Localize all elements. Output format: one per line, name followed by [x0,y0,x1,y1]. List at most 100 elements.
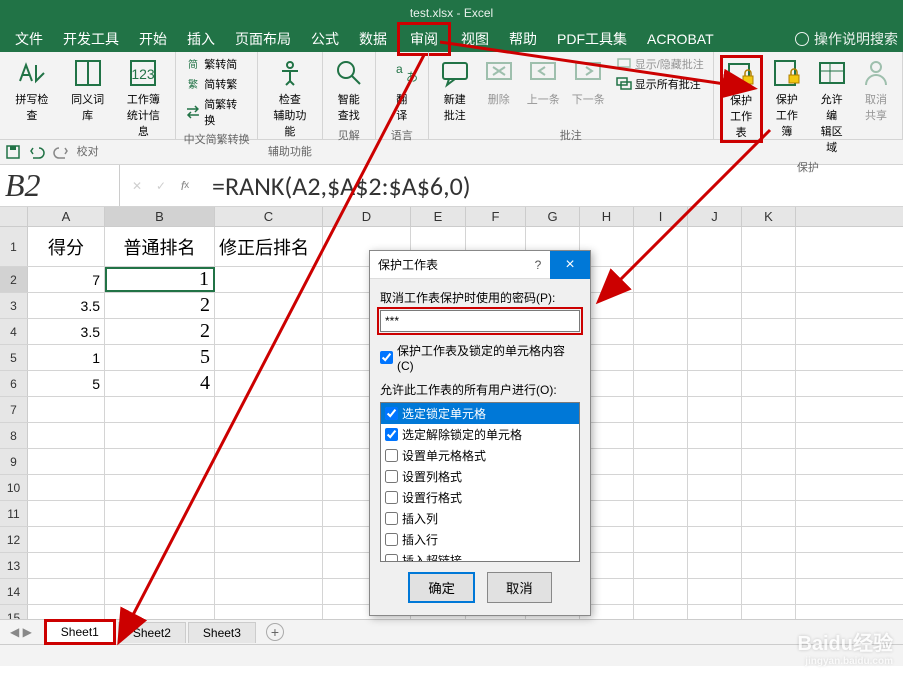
cell-b5[interactable]: 5 [105,345,215,370]
trad-to-simp-button[interactable]: 简繁转简 [182,55,251,73]
new-comment-button[interactable]: 新建 批注 [435,55,475,125]
col-header-h[interactable]: H [580,207,634,226]
cell-b6[interactable]: 4 [105,371,215,396]
save-icon[interactable] [5,144,21,160]
cell-a1[interactable]: 得分 [28,227,105,266]
dialog-close-button[interactable]: × [550,251,590,279]
cell-a4[interactable]: 3.5 [28,319,105,344]
protect-content-checkbox[interactable] [380,351,393,364]
col-header-e[interactable]: E [411,207,466,226]
sheet-tab-2[interactable]: Sheet2 [118,622,186,643]
formula-bar[interactable]: =RANK(A2,$A$2:$A$6,0) [202,170,471,202]
dialog-help-button[interactable]: ? [526,258,550,272]
col-header-a[interactable]: A [28,207,105,226]
col-header-j[interactable]: J [688,207,742,226]
show-hide-comment-button[interactable]: 显示/隐藏批注 [613,55,707,73]
cell-a6[interactable]: 5 [28,371,105,396]
group-proofing: 拼写检查 同义词库 123 工作簿 统计信息 校对 [0,52,176,139]
col-header-i[interactable]: I [634,207,688,226]
redo-icon[interactable] [53,144,69,160]
perm-option-3[interactable]: 设置列格式 [381,466,579,487]
tab-developer[interactable]: 开发工具 [53,25,129,53]
dialog-title: 保护工作表 [378,256,526,273]
confirm-formula-button[interactable]: ✓ [152,177,170,195]
cell-a5[interactable]: 1 [28,345,105,370]
chinese-convert-button[interactable]: 简繁转换 [182,95,251,129]
workbook-stats-button[interactable]: 123 工作簿 统计信息 [118,55,170,141]
tell-me[interactable]: 操作说明搜索 [795,29,898,49]
row-header-4[interactable]: 4 [0,319,28,344]
unshare-button[interactable]: 取消 共享 [856,55,896,125]
tab-acrobat[interactable]: ACROBAT [637,27,724,51]
tab-review[interactable]: 审阅 [397,22,451,56]
row-header-6[interactable]: 6 [0,371,28,396]
perm-option-4[interactable]: 设置行格式 [381,487,579,508]
tab-help[interactable]: 帮助 [499,25,547,53]
sheet-nav[interactable]: ◀ ▶ [10,625,42,639]
permissions-listbox[interactable]: 选定锁定单元格 选定解除锁定的单元格 设置单元格格式 设置列格式 设置行格式 插… [380,402,580,562]
sheet-tab-3[interactable]: Sheet3 [188,622,256,643]
smart-lookup-button[interactable]: 智能 查找 [329,55,369,125]
prev-comment-button[interactable]: 上一条 [523,55,564,109]
row-header-5[interactable]: 5 [0,345,28,370]
dialog-titlebar[interactable]: 保护工作表 ? × [370,251,590,279]
col-header-g[interactable]: G [526,207,580,226]
spell-check-button[interactable]: 拼写检查 [6,55,58,125]
cell-c2[interactable] [215,267,323,292]
cell-b4[interactable]: 2 [105,319,215,344]
tab-formulas[interactable]: 公式 [301,25,349,53]
tab-layout[interactable]: 页面布局 [225,25,301,53]
col-header-d[interactable]: D [323,207,411,226]
simp-icon: 简 [185,56,201,72]
name-box[interactable]: B2 [0,165,120,206]
perm-option-1[interactable]: 选定解除锁定的单元格 [381,424,579,445]
cell-c1[interactable]: 修正后排名 [215,227,323,266]
cancel-formula-button[interactable]: ✕ [128,177,146,195]
tab-pdf[interactable]: PDF工具集 [547,25,637,53]
simp-to-trad-button[interactable]: 繁简转繁 [182,75,251,93]
undo-icon[interactable] [29,144,45,160]
tab-view[interactable]: 视图 [451,25,499,53]
perm-option-5[interactable]: 插入列 [381,508,579,529]
select-all-corner[interactable] [0,207,28,226]
group-protect-label: 保护 [797,157,819,177]
row-header-3[interactable]: 3 [0,293,28,318]
protect-workbook-button[interactable]: 保护 工作簿 [767,55,808,141]
cell-a2[interactable]: 7 [28,267,105,292]
check-accessibility-button[interactable]: 检查 辅助功能 [264,55,316,141]
cancel-button[interactable]: 取消 [487,572,552,603]
perm-option-2[interactable]: 设置单元格格式 [381,445,579,466]
sheet-tab-1[interactable]: Sheet1 [44,619,116,645]
cell-b2[interactable]: 1 [105,267,215,292]
add-sheet-button[interactable]: + [266,623,284,641]
ok-button[interactable]: 确定 [408,572,475,603]
next-comment-button[interactable]: 下一条 [568,55,609,109]
cell-b1[interactable]: 普通排名 [105,227,215,266]
show-all-comments-button[interactable]: 显示所有批注 [613,75,707,93]
allow-edit-ranges-button[interactable]: 允许编 辑区域 [811,55,852,157]
perm-option-0[interactable]: 选定锁定单元格 [381,403,579,424]
perm-option-7[interactable]: 插入超链接 [381,550,579,562]
col-header-k[interactable]: K [742,207,796,226]
row-header-2[interactable]: 2 [0,267,28,292]
password-input[interactable] [380,310,580,332]
tab-home[interactable]: 开始 [129,25,177,53]
thesaurus-button[interactable]: 同义词库 [62,55,114,125]
col-header-b[interactable]: B [105,207,215,226]
protect-workbook-icon [771,57,803,89]
delete-icon [483,57,515,89]
col-header-c[interactable]: C [215,207,323,226]
delete-comment-button[interactable]: 删除 [479,55,519,109]
tab-data[interactable]: 数据 [349,25,397,53]
tab-file[interactable]: 文件 [5,25,53,53]
fx-button[interactable]: fx [176,177,194,195]
protect-sheet-button[interactable]: 保护 工作表 [720,55,763,143]
col-header-f[interactable]: F [466,207,526,226]
row-header-1[interactable]: 1 [0,227,28,266]
translate-button[interactable]: aあ 翻 译 [382,55,422,125]
cell-b3[interactable]: 2 [105,293,215,318]
tab-insert[interactable]: 插入 [177,25,225,53]
perm-option-6[interactable]: 插入行 [381,529,579,550]
accessibility-icon [274,57,306,89]
cell-a3[interactable]: 3.5 [28,293,105,318]
